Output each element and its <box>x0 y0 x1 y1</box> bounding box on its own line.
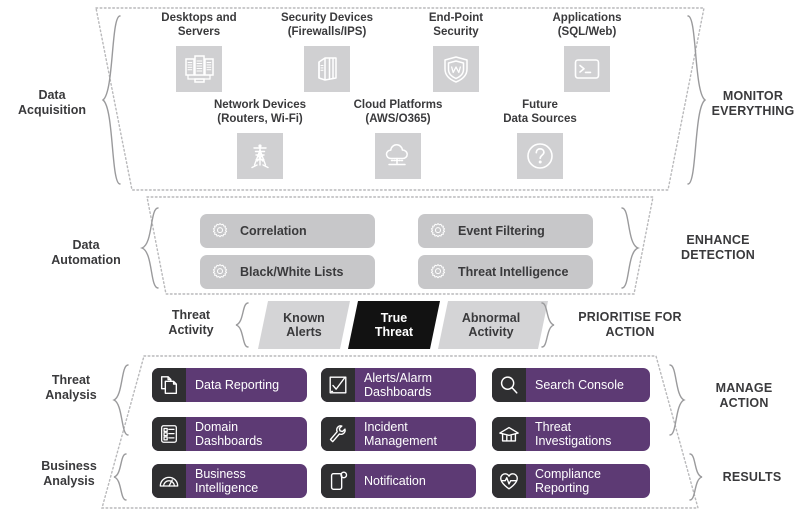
acquisition-right-brace <box>686 14 708 186</box>
manage-action-right-label: MANAGE ACTION <box>715 381 773 411</box>
results-right-brace <box>688 452 704 502</box>
question-icon <box>517 132 563 179</box>
threat-activity-left-brace <box>234 301 250 349</box>
tile-title: Applications (SQL/Web) <box>552 12 622 38</box>
manage-action-right-brace <box>668 363 686 437</box>
shield-icon <box>433 45 479 92</box>
tile-title: Security Devices (Firewalls/IPS) <box>280 12 374 38</box>
pill-label: Event Filtering <box>458 224 545 238</box>
heartbeat-icon <box>492 464 526 498</box>
tile-title: Cloud Platforms (AWS/O365) <box>353 99 443 125</box>
action-card-search-console[interactable]: Search Console <box>492 368 650 402</box>
wrench-icon <box>321 417 355 451</box>
acquisition-right-label: MONITOR EVERYTHING <box>711 89 795 119</box>
action-card-incident-management[interactable]: Incident Management <box>321 417 476 451</box>
action-card-data-reporting[interactable]: Data Reporting <box>152 368 307 402</box>
gear-icon <box>212 264 228 279</box>
action-card-domain-dashboards[interactable]: Domain Dashboards <box>152 417 307 451</box>
gear-icon <box>430 223 446 238</box>
automation-pill[interactable]: Correlation <box>200 214 375 248</box>
threat-segment-true-threat[interactable]: True Threat <box>348 301 440 349</box>
tile-title: Future Data Sources <box>503 99 577 125</box>
gear-icon <box>430 264 446 279</box>
acquisition-tile[interactable]: Applications (SQL/Web) <box>528 12 646 92</box>
segment-label: Known Alerts <box>283 310 325 339</box>
acquisition-left-label: Data Acquisition <box>17 88 87 118</box>
acquisition-tile[interactable]: End-Point Security <box>402 12 510 92</box>
card-label: Domain Dashboards <box>195 420 263 448</box>
threat-activity-right-brace <box>540 301 556 349</box>
checkbox-icon <box>321 368 355 402</box>
action-card-alerts-alarm-dashboards[interactable]: Alerts/Alarm Dashboards <box>321 368 476 402</box>
threat-segment-abnormal-activity[interactable]: Abnormal Activity <box>438 301 548 349</box>
terminal-icon <box>564 45 610 92</box>
acquisition-left-brace <box>100 14 122 186</box>
automation-pill[interactable]: Black/White Lists <box>200 255 375 289</box>
tile-title: Network Devices (Routers, Wi-Fi) <box>213 99 307 125</box>
automation-pill[interactable]: Event Filtering <box>418 214 593 248</box>
card-label: Compliance Reporting <box>535 467 602 495</box>
gear-icon <box>212 223 228 238</box>
servers-icon <box>176 45 222 92</box>
action-card-compliance-reporting[interactable]: Compliance Reporting <box>492 464 650 498</box>
tile-title: Desktops and Servers <box>161 12 237 38</box>
action-card-business-intelligence[interactable]: Business Intelligence <box>152 464 307 498</box>
card-label: Business Intelligence <box>195 467 259 495</box>
acquisition-tile[interactable]: Cloud Platforms (AWS/O365) <box>336 99 460 179</box>
action-card-threat-investigations[interactable]: Threat Investigations <box>492 417 650 451</box>
card-label: Threat Investigations <box>535 420 612 448</box>
cloud-icon <box>375 132 421 179</box>
business-analysis-left-label: Business Analysis <box>41 459 97 489</box>
diagram-canvas: Data Acquisition MONITOR EVERYTHING Desk… <box>0 0 800 521</box>
documents-icon <box>152 368 186 402</box>
acquisition-tile[interactable]: Network Devices (Routers, Wi-Fi) <box>198 99 322 179</box>
search-icon <box>492 368 526 402</box>
business-analysis-left-brace <box>112 452 128 502</box>
mobile-alert-icon <box>321 464 355 498</box>
acquisition-tile[interactable]: Desktops and Servers <box>142 12 256 92</box>
card-label: Incident Management <box>364 420 437 448</box>
automation-pill[interactable]: Threat Intelligence <box>418 255 593 289</box>
academy-icon <box>492 417 526 451</box>
checklist-icon <box>152 417 186 451</box>
threat-analysis-left-label: Threat Analysis <box>45 373 97 403</box>
acquisition-tile[interactable]: Future Data Sources <box>478 99 602 179</box>
automation-right-brace <box>620 206 640 290</box>
threat-activity-left-label: Threat Activity <box>168 308 214 338</box>
firewall-icon <box>304 45 350 92</box>
automation-right-label: ENHANCE DETECTION <box>680 233 756 263</box>
segment-label: Abnormal Activity <box>461 310 521 339</box>
card-label: Search Console <box>535 378 624 392</box>
acquisition-tile[interactable]: Security Devices (Firewalls/IPS) <box>265 12 389 92</box>
pill-label: Correlation <box>240 224 307 238</box>
threat-analysis-left-brace <box>112 363 130 437</box>
segment-label: True Threat <box>374 310 414 339</box>
automation-left-label: Data Automation <box>51 238 121 268</box>
pill-label: Threat Intelligence <box>458 265 569 279</box>
action-card-notification[interactable]: Notification <box>321 464 476 498</box>
card-label: Alerts/Alarm Dashboards <box>364 371 433 399</box>
card-label: Data Reporting <box>195 378 280 392</box>
tile-title: End-Point Security <box>428 12 484 38</box>
pill-label: Black/White Lists <box>240 265 344 279</box>
automation-left-brace <box>140 206 160 290</box>
threat-segment-known-alerts[interactable]: Known Alerts <box>258 301 350 349</box>
card-label: Notification <box>364 474 426 488</box>
threat-activity-right-label: PRIORITISE FOR ACTION <box>578 310 682 340</box>
results-right-label: RESULTS <box>722 470 782 484</box>
tower-icon <box>237 132 283 179</box>
gauge-icon <box>152 464 186 498</box>
